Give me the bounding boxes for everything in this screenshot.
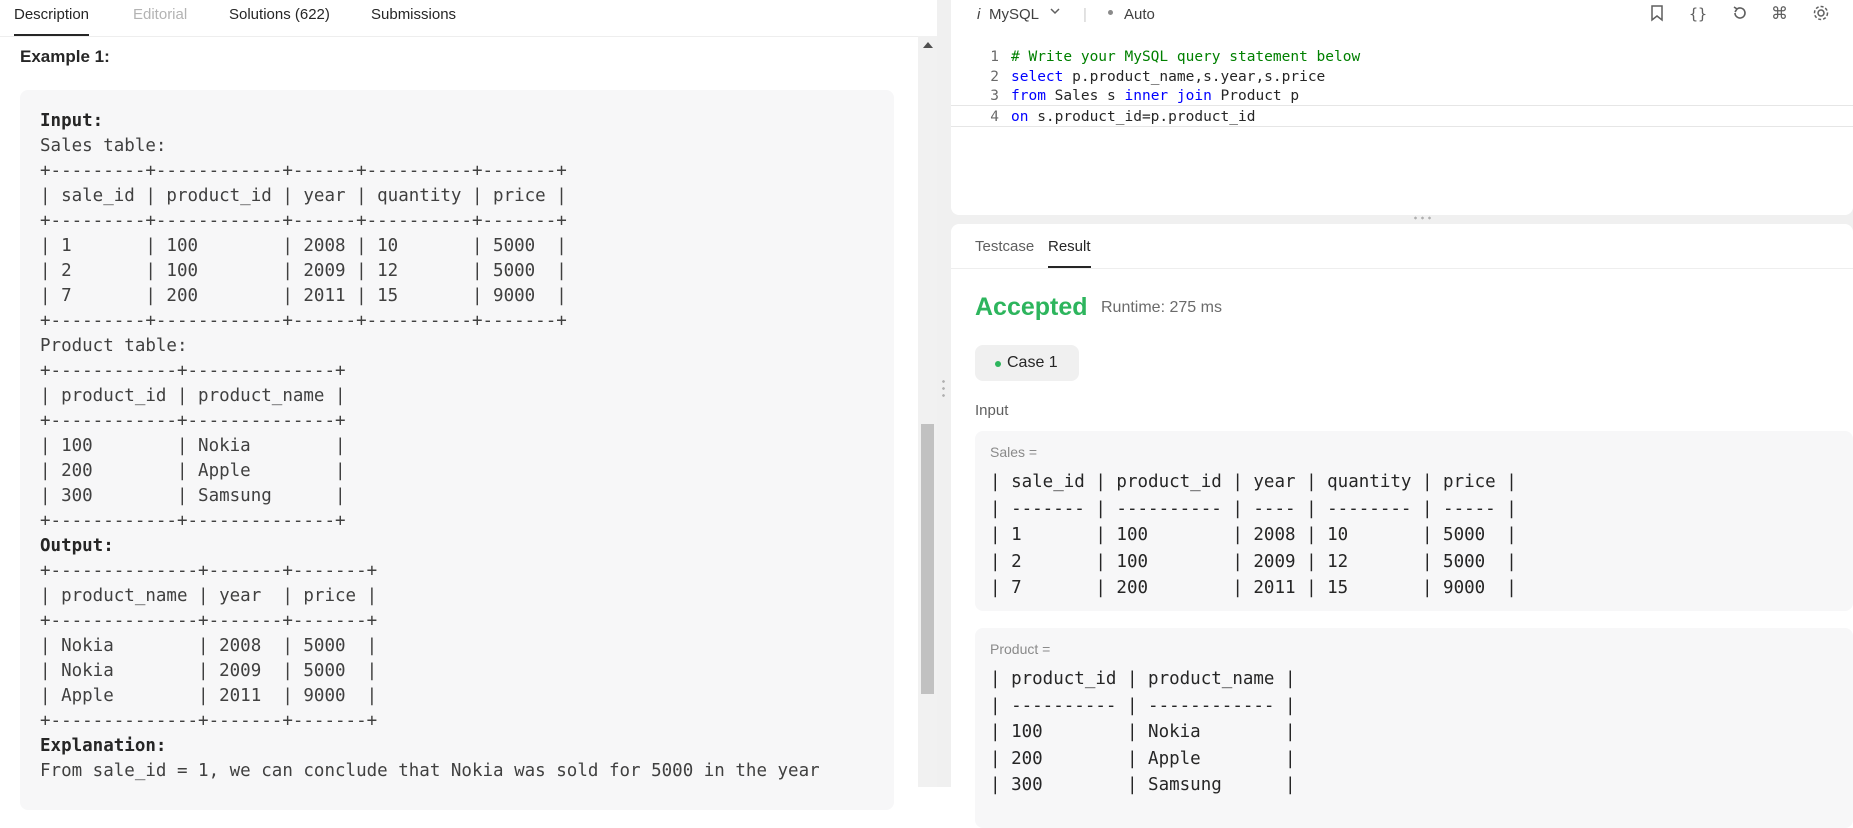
example-line: Explanation: bbox=[40, 736, 167, 756]
example-line: | sale_id | product_id | year | quantity… bbox=[40, 186, 567, 206]
code-text[interactable]: on s.product_id=p.product_id bbox=[1011, 106, 1255, 128]
sql-text: Product p bbox=[1211, 88, 1300, 104]
example-content: Input: Sales table: +---------+-----------… bbox=[40, 109, 820, 784]
sales-input-table: | sale_id | product_id | year | quantity… bbox=[990, 469, 1517, 602]
example-line: | 200 | Apple | bbox=[40, 461, 346, 481]
sql-text: s.product_id=p.product_id bbox=[1028, 108, 1256, 125]
input-table-line: | 200 | Apple | bbox=[990, 748, 1296, 769]
input-table-line: | ---------- | ------------ | bbox=[990, 695, 1296, 716]
example-line: +---------+------------+------+---------… bbox=[40, 311, 567, 331]
input-table-line: | 7 | 200 | 2011 | 15 | 9000 | bbox=[990, 578, 1517, 598]
command-icon[interactable]: ⌘ bbox=[1771, 4, 1788, 24]
left-scrollbar[interactable] bbox=[918, 36, 937, 787]
example-line: | Nokia | 2008 | 5000 | bbox=[40, 636, 378, 656]
code-editor: i MySQL | Auto {} ⌘ 1 # Write your MySQL … bbox=[951, 0, 1853, 215]
example-line: +------------+--------------+ bbox=[40, 361, 346, 381]
status-accepted: Accepted bbox=[975, 293, 1088, 321]
product-input-box: Product = | product_id | product_name | |… bbox=[975, 628, 1853, 828]
input-label: Input bbox=[975, 402, 1009, 419]
example-line: +---------+------------+------+---------… bbox=[40, 211, 567, 231]
tab-submissions[interactable]: Submissions bbox=[371, 6, 456, 34]
example-line: From sale_id = 1, we can conclude that N… bbox=[40, 761, 820, 781]
product-input-name: Product = bbox=[990, 641, 1051, 657]
example-line: | Apple | 2011 | 9000 | bbox=[40, 686, 378, 706]
runtime-label: Runtime: 275 ms bbox=[1101, 299, 1222, 316]
example-line: +------------+--------------+ bbox=[40, 511, 346, 531]
pass-dot-icon bbox=[995, 361, 1001, 367]
description-panel: Description Editorial Solutions (622) Su… bbox=[0, 0, 937, 810]
code-line[interactable]: 4 on s.product_id=p.product_id bbox=[951, 104, 1853, 128]
drag-handle-icon[interactable] bbox=[942, 378, 945, 400]
editor-and-result-panel: i MySQL | Auto {} ⌘ 1 # Write your MySQL … bbox=[951, 0, 1853, 828]
braces-icon[interactable]: {} bbox=[1689, 4, 1707, 24]
mode-auto-label[interactable]: Auto bbox=[1124, 5, 1155, 25]
example-title: Example 1: bbox=[20, 47, 110, 66]
example-line: | 1 | 100 | 2008 | 10 | 5000 | bbox=[40, 236, 567, 256]
sql-keyword: on bbox=[1011, 108, 1029, 125]
bookmark-icon[interactable] bbox=[1649, 4, 1665, 27]
input-table-line: | 1 | 100 | 2008 | 10 | 5000 | bbox=[990, 525, 1517, 545]
info-icon: i bbox=[977, 6, 981, 23]
sales-input-box: Sales = | sale_id | product_id | year | … bbox=[975, 431, 1853, 611]
example-line: | Nokia | 2009 | 5000 | bbox=[40, 661, 378, 681]
tab-description[interactable]: Description bbox=[14, 6, 90, 36]
sql-keyword: inner join bbox=[1124, 88, 1212, 104]
example-line: +--------------+-------+-------+ bbox=[40, 561, 378, 581]
input-table-line: | ------- | ---------- | ---- | --------… bbox=[990, 498, 1517, 519]
input-table-line: | product_id | product_name | bbox=[990, 669, 1296, 689]
example-line: Output: bbox=[40, 536, 114, 556]
example-line: Input: bbox=[40, 111, 104, 131]
tab-result[interactable]: Result bbox=[1048, 238, 1091, 268]
example-line: +---------+------------+------+---------… bbox=[40, 161, 567, 181]
example-line: | 2 | 100 | 2009 | 12 | 5000 | bbox=[40, 261, 567, 281]
line-number: 4 bbox=[990, 108, 999, 125]
mode-dot-icon bbox=[1108, 10, 1113, 15]
example-line: +------------+--------------+ bbox=[40, 411, 346, 431]
example-line: Product table: bbox=[40, 336, 188, 356]
example-line: | product_id | product_name | bbox=[40, 386, 346, 406]
input-table-line: | 300 | Samsung | bbox=[990, 775, 1296, 795]
result-tabbar: Testcase Result bbox=[951, 224, 1853, 269]
case-1-tab[interactable]: Case 1 bbox=[975, 345, 1079, 381]
gear-icon[interactable] bbox=[1812, 4, 1830, 27]
scroll-up-arrow-icon[interactable] bbox=[923, 42, 933, 48]
tab-solutions[interactable]: Solutions (622) bbox=[229, 6, 330, 34]
input-table-line: | sale_id | product_id | year | quantity… bbox=[990, 472, 1517, 492]
chevron-down-icon[interactable] bbox=[1049, 3, 1061, 23]
sql-text: p.product_name,s.year,s.price bbox=[1063, 68, 1326, 85]
sql-keyword: select bbox=[1011, 68, 1064, 85]
example-line: | product_name | year | price | bbox=[40, 586, 378, 606]
tab-testcase[interactable]: Testcase bbox=[975, 238, 1034, 266]
input-table-line: | 100 | Nokia | bbox=[990, 722, 1296, 742]
sql-keyword: from bbox=[1011, 88, 1046, 104]
scrollbar-thumb[interactable] bbox=[921, 424, 934, 694]
editor-toolbar: i MySQL | Auto {} ⌘ bbox=[951, 0, 1853, 30]
result-panel: Testcase Result Accepted Runtime: 275 ms… bbox=[951, 224, 1853, 828]
sql-comment: # Write your MySQL query statement below bbox=[1011, 49, 1361, 65]
tab-editorial[interactable]: Editorial bbox=[133, 6, 187, 34]
example-line: | 100 | Nokia | bbox=[40, 436, 346, 456]
toolbar-divider: | bbox=[1083, 6, 1087, 23]
example-line: +--------------+-------+-------+ bbox=[40, 611, 378, 631]
product-input-table: | product_id | product_name | | ---------… bbox=[990, 666, 1296, 799]
case-label: Case 1 bbox=[1007, 354, 1058, 371]
vertical-splitter[interactable] bbox=[937, 0, 951, 787]
sql-text: Sales s bbox=[1045, 88, 1125, 104]
horizontal-drag-handle-icon[interactable] bbox=[1412, 215, 1434, 221]
sales-input-name: Sales = bbox=[990, 444, 1038, 460]
example-line: Sales table: bbox=[40, 136, 167, 156]
reset-icon[interactable] bbox=[1731, 4, 1749, 27]
description-tabbar: Description Editorial Solutions (622) Su… bbox=[0, 0, 930, 37]
input-table-line: | 2 | 100 | 2009 | 12 | 5000 | bbox=[990, 551, 1517, 572]
example-line: +--------------+-------+-------+ bbox=[40, 711, 378, 731]
example-line: | 300 | Samsung | bbox=[40, 486, 346, 506]
language-select[interactable]: MySQL bbox=[989, 5, 1039, 25]
example-line: | 7 | 200 | 2011 | 15 | 9000 | bbox=[40, 286, 567, 306]
